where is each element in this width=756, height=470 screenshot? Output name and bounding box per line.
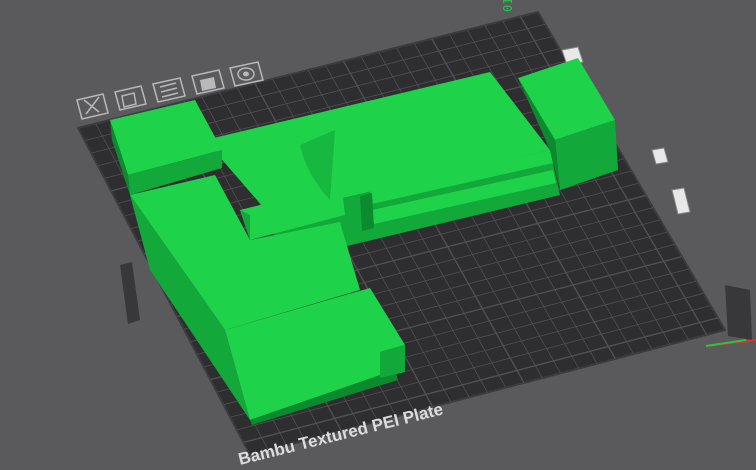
plate-number: 01 (501, 0, 515, 12)
lock-plate-icon[interactable] (191, 69, 225, 95)
auto-arrange-icon[interactable] (114, 85, 147, 111)
plate-edge-tab (120, 262, 140, 324)
axis-indicator (705, 339, 756, 347)
plate-edge-tab (725, 285, 752, 340)
3d-viewport[interactable]: 01 Bambu Textured PEI Plate (0, 0, 756, 470)
y-axis-line (705, 339, 747, 347)
plate-settings-icon[interactable] (152, 77, 186, 103)
delete-plate-icon[interactable] (76, 93, 109, 120)
